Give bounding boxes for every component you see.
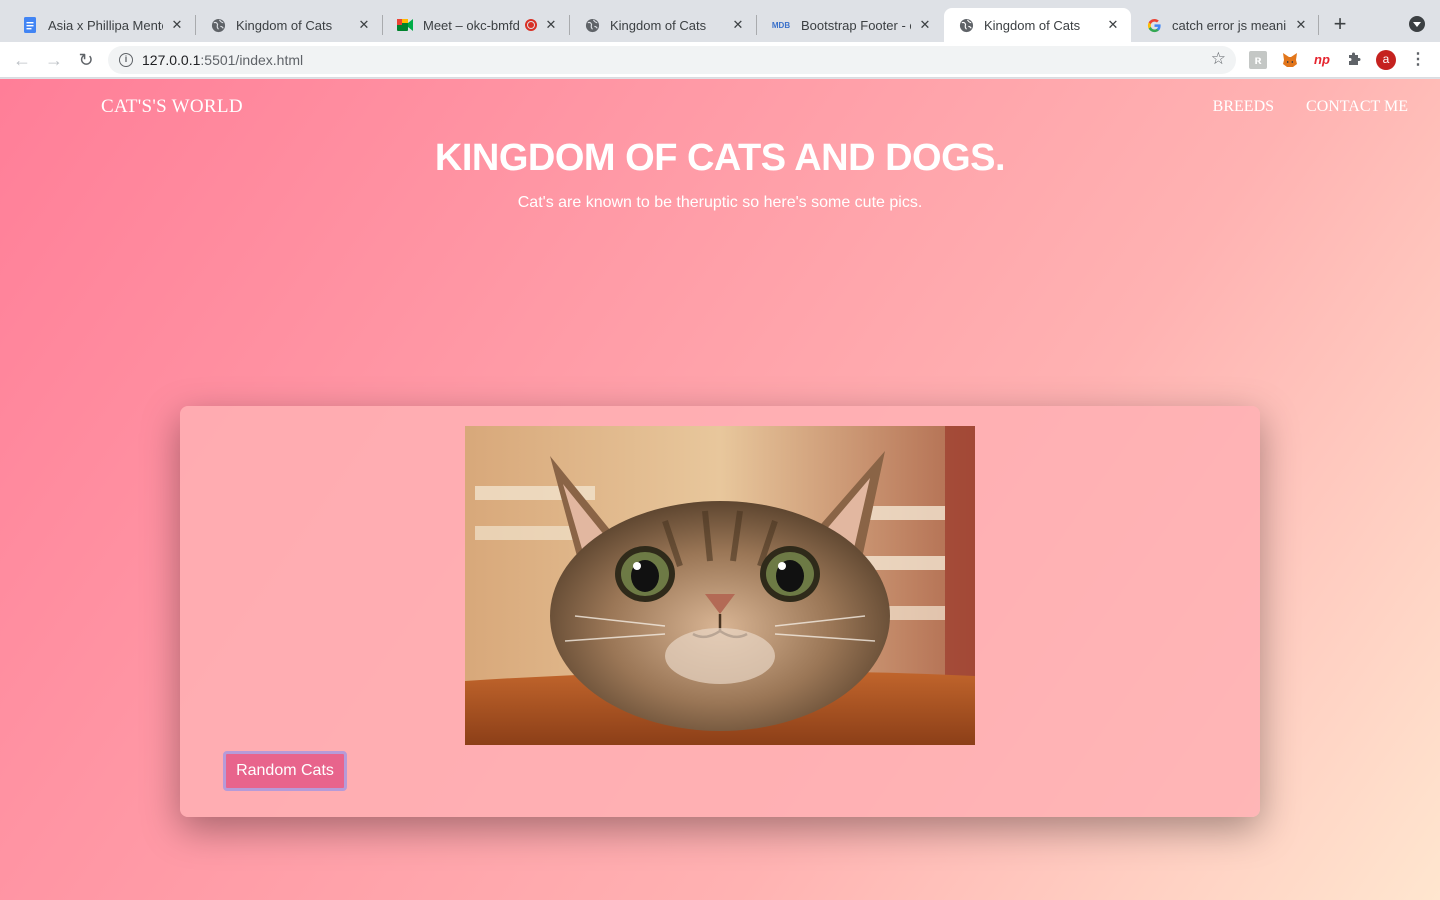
forward-arrow-icon[interactable]: → xyxy=(42,48,66,72)
extension-reader-icon[interactable]: ʀ xyxy=(1249,51,1267,69)
address-bar[interactable]: i 127.0.0.1:5501/index.html ☆ xyxy=(108,46,1236,74)
back-arrow-icon[interactable]: ← xyxy=(10,48,34,72)
url-host: 127.0.0.1 xyxy=(142,52,201,68)
google-meet-icon xyxy=(397,17,413,33)
close-icon[interactable]: ✕ xyxy=(730,17,746,33)
site-nav: BREEDS CONTACT ME xyxy=(1213,98,1408,116)
more-menu-icon[interactable]: ⋮ xyxy=(1410,50,1426,70)
reload-icon[interactable]: ↻ xyxy=(74,48,98,72)
tab-bootstrap-footer[interactable]: MDB Bootstrap Footer - ex ✕ xyxy=(757,8,943,42)
site-brand[interactable]: CAT'S'S WORLD xyxy=(101,96,243,118)
globe-icon xyxy=(958,17,974,33)
tab-title: Bootstrap Footer - ex xyxy=(801,17,911,33)
puzzle-piece-extensions-icon[interactable] xyxy=(1345,51,1363,69)
tab-kingdom-of-cats[interactable]: Kingdom of Cats ✕ xyxy=(570,8,756,42)
tab-catch-error[interactable]: catch error js meaning ✕ xyxy=(1132,8,1319,42)
tab-title: Asia x Phillipa Mentor xyxy=(48,17,163,33)
page-title: KINGDOM OF CATS AND DOGS. xyxy=(434,137,1006,179)
tab-kingdom-of-cats[interactable]: Kingdom of Cats ✕ xyxy=(196,8,382,42)
close-icon[interactable]: ✕ xyxy=(1105,17,1121,33)
close-icon[interactable]: ✕ xyxy=(169,17,185,33)
page-subtitle: Cat's are known to be theruptic so here'… xyxy=(517,194,923,211)
url-path: :5501/index.html xyxy=(200,52,304,68)
site-info-icon[interactable]: i xyxy=(119,53,133,67)
bookmark-star-icon[interactable]: ☆ xyxy=(1211,49,1226,69)
tab-title: Kingdom of Cats xyxy=(610,17,707,33)
tab-divider xyxy=(1318,15,1319,35)
nav-breeds-link[interactable]: BREEDS xyxy=(1213,98,1274,116)
close-icon[interactable]: ✕ xyxy=(543,17,559,33)
recording-icon xyxy=(525,19,537,31)
profile-avatar[interactable]: a xyxy=(1376,50,1396,70)
globe-icon xyxy=(584,17,600,33)
metamask-fox-icon[interactable] xyxy=(1281,51,1299,69)
tab-title: Kingdom of Cats xyxy=(984,17,1081,33)
browser-toolbar: ← → ↻ i 127.0.0.1:5501/index.html ☆ ʀ np… xyxy=(0,42,1440,78)
new-tab-button[interactable]: + xyxy=(1328,12,1352,36)
mdb-icon: MDB xyxy=(771,20,791,30)
close-icon[interactable]: ✕ xyxy=(356,17,372,33)
tab-title: Meet – okc-bmfd xyxy=(423,17,520,33)
close-icon[interactable]: ✕ xyxy=(917,17,933,33)
cat-photo xyxy=(465,426,975,745)
tab-search-icon[interactable] xyxy=(1409,16,1425,32)
tab-meet[interactable]: Meet – okc-bmfd ✕ xyxy=(383,8,569,42)
google-docs-icon xyxy=(22,17,38,33)
np-extension-icon[interactable]: np xyxy=(1313,51,1331,69)
nav-contact-link[interactable]: CONTACT ME xyxy=(1306,98,1408,116)
random-cats-button[interactable]: Random Cats xyxy=(223,751,347,791)
close-icon[interactable]: ✕ xyxy=(1293,17,1309,33)
tab-strip: Asia x Phillipa Mentor ✕ Kingdom of Cats… xyxy=(0,0,1440,42)
tab-asia-mentor[interactable]: Asia x Phillipa Mentor ✕ xyxy=(8,8,195,42)
page-viewport: CAT'S'S WORLD BREEDS CONTACT ME KINGDOM … xyxy=(0,79,1440,900)
google-icon xyxy=(1146,17,1162,33)
globe-icon xyxy=(210,17,226,33)
cat-card: Random Cats xyxy=(180,406,1260,817)
tab-kingdom-of-cats-active[interactable]: Kingdom of Cats ✕ xyxy=(944,8,1131,42)
tab-title: Kingdom of Cats xyxy=(236,17,333,33)
tab-title: catch error js meaning xyxy=(1172,17,1287,33)
url-text: 127.0.0.1:5501/index.html xyxy=(142,52,303,68)
